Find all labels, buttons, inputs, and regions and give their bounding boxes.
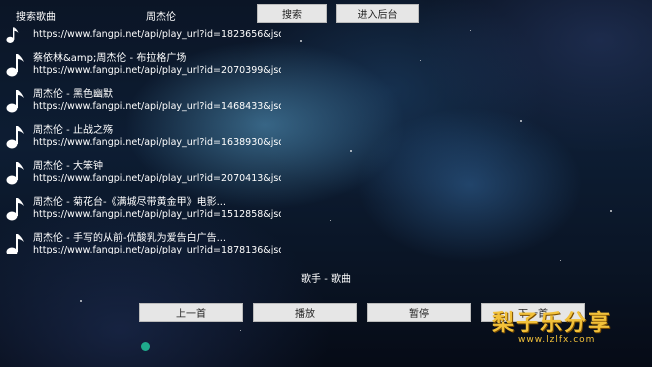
prev-button[interactable]: 上一首: [139, 303, 243, 322]
song-url: https://www.fangpi.net/api/play_url?id=1…: [33, 137, 281, 148]
song-title: 周杰伦 - 菊花台-《满城尽带黄金甲》电影...: [33, 197, 227, 208]
list-item[interactable]: 周杰伦 - 手写的从前-优酸乳为爱告白广告... https://www.fan…: [6, 226, 281, 254]
list-item[interactable]: 周杰伦 - 黑色幽默 https://www.fangpi.net/api/pl…: [6, 82, 281, 118]
song-title: 周杰伦 - 止战之殇: [33, 125, 113, 136]
music-note-icon: [6, 126, 24, 149]
watermark: 梨子乐分享 www.lzlfx.com: [492, 305, 612, 345]
song-list[interactable]: https://www.fangpi.net/api/play_url?id=1…: [6, 24, 281, 254]
song-url: https://www.fangpi.net/api/play_url?id=1…: [33, 209, 281, 220]
watermark-text: 梨子乐分享: [492, 311, 613, 336]
music-note-icon: [6, 234, 24, 254]
song-url: https://www.fangpi.net/api/play_url?id=2…: [33, 173, 281, 184]
star: [300, 40, 302, 42]
star: [520, 120, 522, 122]
music-note-icon: [6, 90, 24, 113]
admin-button[interactable]: 进入后台: [336, 4, 419, 23]
now-playing-label: 歌手 - 歌曲: [301, 274, 351, 285]
play-button[interactable]: 播放: [253, 303, 357, 322]
star: [610, 210, 612, 212]
song-url: https://www.fangpi.net/api/play_url?id=1…: [33, 29, 281, 40]
song-title: 蔡依林&amp;周杰伦 - 布拉格广场: [33, 53, 187, 64]
list-item[interactable]: 周杰伦 - 大笨钟 https://www.fangpi.net/api/pla…: [6, 154, 281, 190]
star: [560, 260, 561, 261]
music-note-icon: [6, 27, 19, 43]
music-note-icon: [6, 162, 24, 185]
song-title: 周杰伦 - 大笨钟: [33, 161, 103, 172]
song-title: 周杰伦 - 手写的从前-优酸乳为爱告白广告...: [33, 233, 227, 244]
list-item[interactable]: 周杰伦 - 菊花台-《满城尽带黄金甲》电影... https://www.fan…: [6, 190, 281, 226]
list-item[interactable]: 蔡依林&amp;周杰伦 - 布拉格广场 https://www.fangpi.n…: [6, 46, 281, 82]
star: [350, 150, 352, 152]
song-url: https://www.fangpi.net/api/play_url?id=2…: [33, 65, 281, 76]
list-item[interactable]: https://www.fangpi.net/api/play_url?id=1…: [6, 24, 281, 46]
star: [330, 220, 331, 221]
star: [80, 300, 82, 302]
pause-button[interactable]: 暂停: [367, 303, 471, 322]
song-url: https://www.fangpi.net/api/play_url?id=1…: [33, 101, 281, 112]
list-item[interactable]: 周杰伦 - 止战之殇 https://www.fangpi.net/api/pl…: [6, 118, 281, 154]
music-note-icon: [6, 198, 24, 221]
status-indicator: [141, 342, 150, 351]
song-title: 周杰伦 - 黑色幽默: [33, 89, 113, 100]
search-button[interactable]: 搜索: [257, 4, 327, 23]
star: [470, 30, 471, 31]
music-note-icon: [6, 54, 24, 77]
song-url: https://www.fangpi.net/api/play_url?id=1…: [33, 245, 281, 254]
search-input[interactable]: 周杰伦: [146, 8, 176, 23]
star: [420, 60, 421, 61]
search-label: 搜索歌曲: [16, 12, 56, 23]
star: [240, 330, 241, 331]
